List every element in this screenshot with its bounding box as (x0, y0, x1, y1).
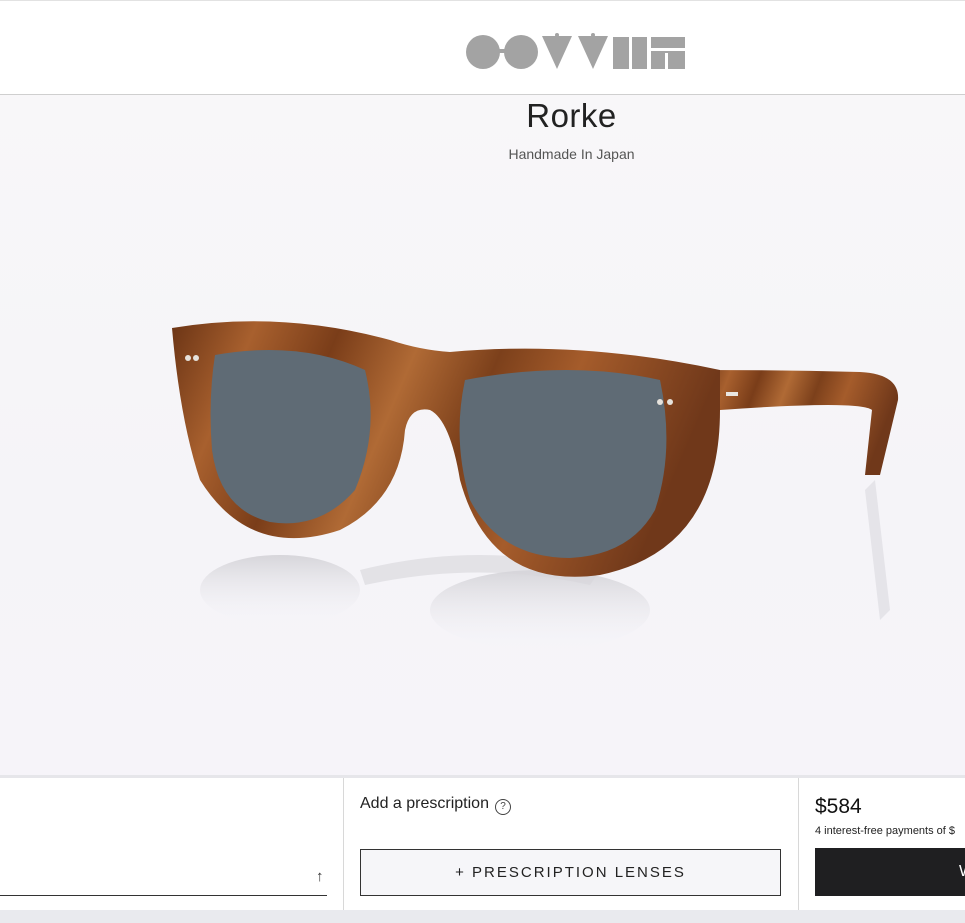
product-price: $584 (815, 795, 862, 818)
product-subtitle: Handmade In Japan (508, 146, 635, 162)
selector-underline[interactable] (0, 895, 327, 896)
footer-strip (0, 910, 965, 923)
sunglasses-product-image (172, 321, 899, 650)
brand-logo[interactable] (465, 33, 685, 71)
purchase-bar: ↑ Add a prescription ? + PRESCRIPTION LE… (0, 775, 965, 910)
help-icon[interactable]: ? (495, 799, 511, 815)
add-to-bag-button[interactable]: W (815, 848, 965, 896)
prescription-label: Add a prescription (360, 795, 489, 812)
site-header (0, 0, 965, 95)
column-divider (798, 778, 799, 910)
column-divider (343, 778, 344, 910)
product-title: Rorke (526, 97, 617, 134)
installments-text: 4 interest-free payments of $ (815, 825, 956, 837)
arrow-up-icon[interactable]: ↑ (316, 868, 324, 885)
prescription-lenses-button[interactable]: + PRESCRIPTION LENSES (360, 849, 781, 896)
